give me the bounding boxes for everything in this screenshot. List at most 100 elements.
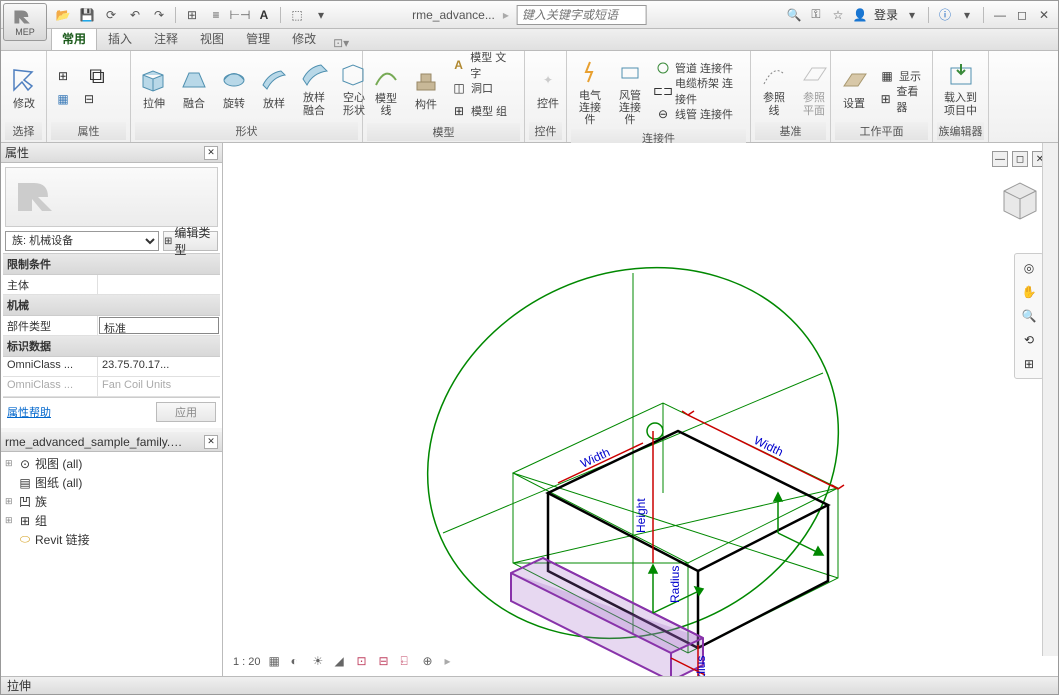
ribbon-tabs: 常用 插入 注释 视图 管理 修改 ⊡▾ bbox=[1, 29, 1058, 51]
app-menu-button[interactable]: MEP bbox=[3, 3, 47, 41]
properties-close-icon[interactable]: ✕ bbox=[204, 146, 218, 160]
help-icon[interactable]: ⓘ bbox=[937, 7, 953, 23]
ref-plane-button[interactable]: 参照 平面 bbox=[795, 55, 833, 119]
svg-text:Radius: Radius bbox=[668, 566, 682, 603]
reveal-icon[interactable]: ⊕ bbox=[423, 654, 439, 670]
open-icon[interactable]: 📂 bbox=[53, 5, 73, 25]
model-group-button[interactable]: ⊞模型 组 bbox=[448, 100, 518, 122]
viewer-button[interactable]: ⊞查看器 bbox=[876, 88, 927, 110]
blend-button[interactable]: 融合 bbox=[175, 61, 213, 113]
tree-families[interactable]: ⊞凹族 bbox=[3, 492, 220, 511]
help-dropdown[interactable]: ▾ bbox=[959, 7, 975, 23]
tree-groups[interactable]: ⊞⊞组 bbox=[3, 511, 220, 530]
sync-icon[interactable]: ⟳ bbox=[101, 5, 121, 25]
text-icon[interactable]: A bbox=[254, 5, 274, 25]
model-drawing: Width Width Height Radius Radius bbox=[223, 143, 1043, 643]
left-panel: 属性 ✕ 族: 机械设备 ⊞编辑类型 限制条件 主体 机械 部件类型标准 标识数… bbox=[1, 143, 223, 676]
user-icon[interactable]: 👤 bbox=[852, 7, 868, 23]
close-button[interactable]: ✕ bbox=[1036, 7, 1052, 23]
shadow-icon[interactable]: ◢ bbox=[335, 654, 351, 670]
edit-type-button[interactable]: ⊞编辑类型 bbox=[163, 231, 218, 251]
duct-connector-button[interactable]: 风管 连接件 bbox=[611, 53, 649, 129]
extrude-button[interactable]: 拉伸 bbox=[135, 61, 173, 113]
measure-icon[interactable]: ≡ bbox=[206, 5, 226, 25]
load-family-button[interactable]: 载入到 项目中 bbox=[937, 55, 984, 119]
group-shape-label: 形状 bbox=[135, 122, 358, 140]
sun-icon[interactable]: ☀ bbox=[313, 654, 329, 670]
model-text-button[interactable]: A模型 文字 bbox=[448, 54, 518, 76]
tab-home[interactable]: 常用 bbox=[51, 26, 97, 50]
drawing-canvas[interactable]: — ◻ ✕ ◎ ✋ 🔍 ⟲ ⊞ bbox=[223, 143, 1058, 676]
tab-modify[interactable]: 修改 bbox=[281, 26, 327, 50]
tab-view[interactable]: 视图 bbox=[189, 26, 235, 50]
crop-icon[interactable]: ⊡ bbox=[357, 654, 373, 670]
chevron-right-icon[interactable]: ▸ bbox=[445, 654, 461, 670]
revolve-button[interactable]: 旋转 bbox=[215, 61, 253, 113]
view-scale[interactable]: 1 : 20 bbox=[233, 656, 261, 668]
ribbon-expand-icon[interactable]: ⊡▾ bbox=[333, 36, 349, 50]
group-workplane-label: 工作平面 bbox=[835, 122, 928, 140]
dropdown-icon[interactable]: ▾ bbox=[311, 5, 331, 25]
conduit-connector-button[interactable]: ⊖线管 连接件 bbox=[652, 103, 745, 125]
tab-insert[interactable]: 插入 bbox=[97, 26, 143, 50]
tree-links[interactable]: ⬭Revit 链接 bbox=[3, 530, 220, 549]
canvas-scrollbar-v[interactable] bbox=[1042, 143, 1058, 656]
tab-manage[interactable]: 管理 bbox=[235, 26, 281, 50]
group-props-label: 属性 bbox=[51, 122, 126, 140]
print-icon[interactable]: ⊞ bbox=[182, 5, 202, 25]
tab-annotate[interactable]: 注释 bbox=[143, 26, 189, 50]
prop-omni-num[interactable]: OmniClass ...23.75.70.17... bbox=[3, 357, 220, 377]
prop-part-type[interactable]: 部件类型标准 bbox=[3, 316, 220, 336]
props-btn1[interactable]: ⊞ bbox=[52, 65, 74, 87]
cable-connector-button[interactable]: ⊏⊐电缆桥架 连接件 bbox=[652, 80, 745, 102]
ref-line-button[interactable]: 参照 线 bbox=[755, 55, 793, 119]
visual-style-icon[interactable]: ◐ bbox=[291, 654, 307, 670]
properties-help-link[interactable]: 属性帮助 bbox=[7, 404, 51, 420]
crop-region-icon[interactable]: ⊟ bbox=[379, 654, 395, 670]
group-family-label: 族编辑器 bbox=[937, 122, 984, 140]
star-icon[interactable]: ☆ bbox=[830, 7, 846, 23]
maximize-button[interactable]: ◻ bbox=[1014, 7, 1030, 23]
prop-omni-title[interactable]: OmniClass ...Fan Coil Units bbox=[3, 377, 220, 397]
login-dropdown[interactable]: ▾ bbox=[904, 7, 920, 23]
elec-connector-button[interactable]: 电气 连接件 bbox=[571, 53, 609, 129]
type-selector[interactable]: 族: 机械设备 bbox=[5, 231, 159, 251]
props-btn3[interactable]: ⧉ bbox=[78, 65, 116, 87]
properties-body: 族: 机械设备 ⊞编辑类型 限制条件 主体 机械 部件类型标准 标识数据 Omn… bbox=[1, 163, 222, 428]
props-btn4[interactable]: ⊟ bbox=[78, 88, 116, 110]
ribbon: 修改 选择 ⊞ ▦ ⧉ ⊟ 属性 拉伸 融合 旋转 放样 放样 融合 空心 形状… bbox=[1, 51, 1058, 143]
opening-button[interactable]: ◫洞口 bbox=[448, 77, 518, 99]
browser-close-icon[interactable]: ✕ bbox=[204, 435, 218, 449]
props-btn2[interactable]: ▦ bbox=[52, 88, 74, 110]
sweep-button[interactable]: 放样 bbox=[255, 61, 293, 113]
document-title: rme_advance... bbox=[412, 8, 495, 22]
group-select-label: 选择 bbox=[5, 122, 42, 140]
3d-icon[interactable]: ⬚ bbox=[287, 5, 307, 25]
swept-blend-button[interactable]: 放样 融合 bbox=[295, 55, 333, 119]
undo-icon[interactable]: ↶ bbox=[125, 5, 145, 25]
minimize-button[interactable]: — bbox=[992, 7, 1008, 23]
component-button[interactable]: 构件 bbox=[407, 62, 445, 114]
properties-header: 属性 ✕ bbox=[1, 143, 222, 163]
model-line-button[interactable]: 模型 线 bbox=[367, 56, 405, 120]
login-label[interactable]: 登录 bbox=[874, 6, 898, 23]
tree-sheets[interactable]: ▤图纸 (all) bbox=[3, 473, 220, 492]
save-icon[interactable]: 💾 bbox=[77, 5, 97, 25]
control-button[interactable]: ✦控件 bbox=[529, 61, 567, 113]
detail-level-icon[interactable]: ▦ bbox=[269, 654, 285, 670]
search-input[interactable] bbox=[517, 5, 647, 25]
set-plane-button[interactable]: 设置 bbox=[835, 61, 873, 113]
modify-button[interactable]: 修改 bbox=[5, 61, 43, 113]
binoculars-icon[interactable]: 🔍 bbox=[786, 7, 802, 23]
apply-button[interactable]: 应用 bbox=[156, 402, 216, 422]
lock-icon[interactable]: ⍇ bbox=[401, 654, 417, 670]
redo-icon[interactable]: ↷ bbox=[149, 5, 169, 25]
browser-title: rme_advanced_sample_family.rf... bbox=[5, 435, 185, 449]
cat-id-data[interactable]: 标识数据 bbox=[3, 336, 220, 357]
cat-mech[interactable]: 机械 bbox=[3, 295, 220, 316]
key-icon[interactable]: ⚿ bbox=[808, 7, 824, 23]
dim-icon[interactable]: ⊢⊣ bbox=[230, 5, 250, 25]
prop-host[interactable]: 主体 bbox=[3, 275, 220, 295]
workspace: 属性 ✕ 族: 机械设备 ⊞编辑类型 限制条件 主体 机械 部件类型标准 标识数… bbox=[1, 143, 1058, 676]
tree-views[interactable]: ⊞⊙视图 (all) bbox=[3, 454, 220, 473]
